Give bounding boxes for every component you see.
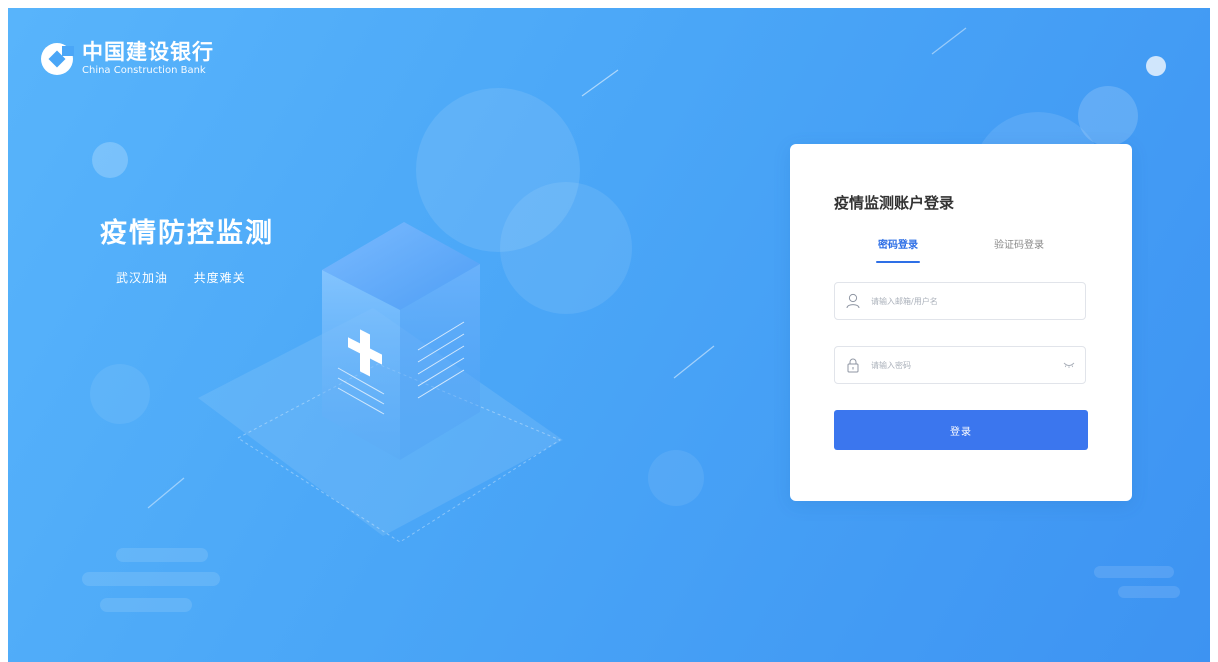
brand-name-cn: 中国建设银行 xyxy=(82,40,214,64)
hero-subtitle: 武汉加油 共度难关 xyxy=(116,271,246,285)
user-icon xyxy=(846,293,860,309)
username-input[interactable] xyxy=(869,295,1085,307)
cube-top xyxy=(322,222,480,310)
bg-circle xyxy=(500,182,632,314)
hero-title: 疫情防控监测 xyxy=(100,218,274,249)
login-card: 疫情监测账户登录 密码登录 验证码登录 登录 xyxy=(790,144,1132,501)
bg-streak xyxy=(673,345,715,379)
medical-cross xyxy=(348,337,382,365)
password-input[interactable] xyxy=(869,359,1063,371)
tab-code-login[interactable]: 验证码登录 xyxy=(994,236,1044,263)
cloud-bar xyxy=(116,548,208,562)
bg-streak xyxy=(147,477,185,509)
login-page: 中国建设银行 China Construction Bank 疫情防控监测 武汉… xyxy=(8,8,1210,662)
medical-cross xyxy=(360,329,370,377)
username-field[interactable] xyxy=(834,282,1086,320)
login-button[interactable]: 登录 xyxy=(834,410,1088,450)
cloud-bar xyxy=(100,598,192,612)
cloud-bar xyxy=(82,572,220,586)
tab-password-login[interactable]: 密码登录 xyxy=(876,236,920,263)
cloud-bar xyxy=(1094,566,1174,578)
cube-front xyxy=(322,270,400,460)
platform xyxy=(198,308,563,536)
bg-circle xyxy=(92,142,128,178)
bg-circle xyxy=(1078,86,1138,146)
login-title: 疫情监测账户登录 xyxy=(834,194,955,212)
cloud-bar xyxy=(1118,586,1180,598)
lock-icon xyxy=(847,358,859,373)
bg-streak xyxy=(931,27,967,55)
eye-closed-icon[interactable] xyxy=(1063,361,1075,369)
platform-outline xyxy=(237,363,562,543)
brand-name-en: China Construction Bank xyxy=(82,65,206,76)
cube-side xyxy=(400,264,480,460)
bg-circle xyxy=(648,450,704,506)
bg-circle xyxy=(90,364,150,424)
ccb-logo-icon xyxy=(41,43,74,75)
bg-streak xyxy=(581,69,619,97)
brand: 中国建设银行 China Construction Bank xyxy=(40,42,214,76)
password-field[interactable] xyxy=(834,346,1086,384)
bg-circle xyxy=(1146,56,1166,76)
bg-circle xyxy=(416,88,580,252)
